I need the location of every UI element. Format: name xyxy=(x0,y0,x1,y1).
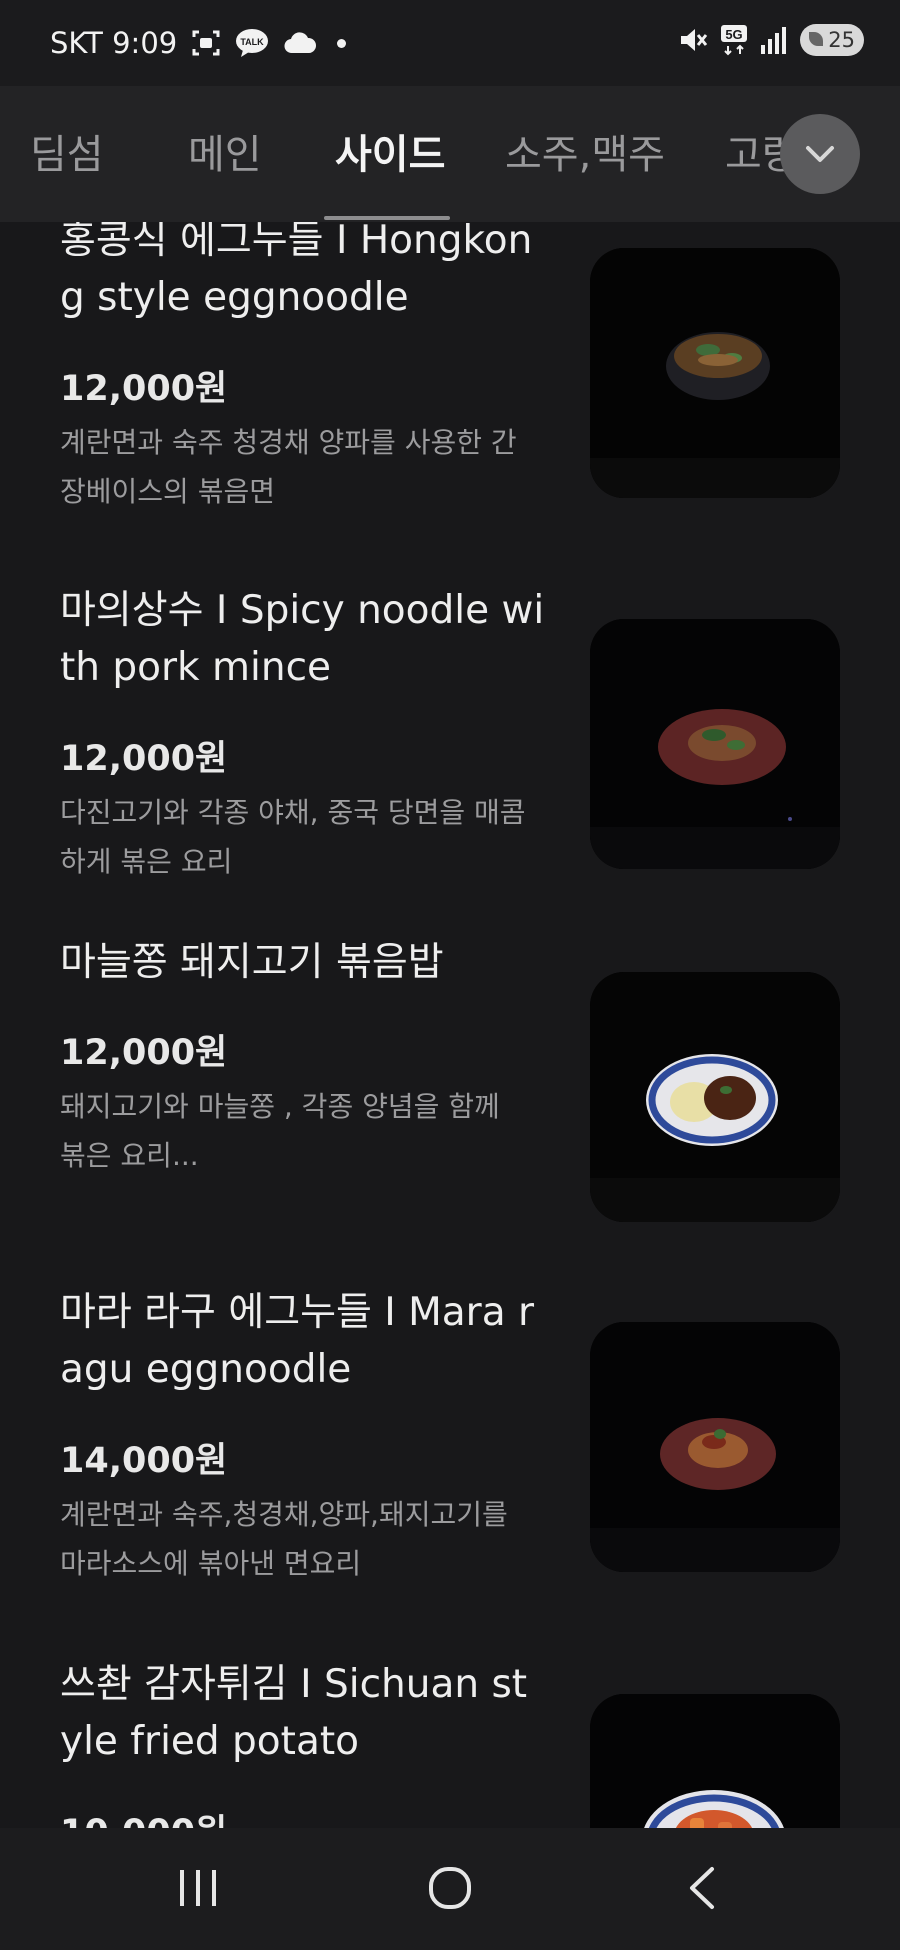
menu-item-name: 홍콩식 에그누들 I Hongkong style eggnoodle xyxy=(60,222,533,320)
menu-item-name: 마늘쫑 돼지고기 볶음밥 xyxy=(60,940,444,985)
power-saving-icon xyxy=(809,32,823,46)
menu-item-name: 마라 라구 에그누들 I Mara ragu eggnoodle xyxy=(60,1290,535,1392)
back-button[interactable] xyxy=(662,1858,742,1918)
battery-indicator: 25 xyxy=(800,24,864,56)
mute-icon xyxy=(678,25,708,55)
menu-item-photo xyxy=(590,619,840,869)
menu-item-price: 12,000원 xyxy=(60,369,228,409)
talk-icon: TALK xyxy=(235,28,269,58)
category-tab-bar: 딤섬 메인 사이드 소주,맥주 고량주 xyxy=(0,86,900,222)
menu-item-name: 마의상수 I Spicy noodle with pork mince xyxy=(60,588,545,690)
notification-dot-icon xyxy=(337,38,347,48)
network-icon: 5G xyxy=(720,24,748,56)
tab-soju-beer[interactable]: 소주,맥주 xyxy=(505,122,665,180)
chevron-down-icon xyxy=(806,146,834,162)
menu-item-name: 쓰촨 감자튀김 I Sichuan style fried potato xyxy=(60,1662,528,1764)
status-right: 5G 25 xyxy=(678,24,864,56)
menu-item-photo xyxy=(590,972,840,1222)
home-button[interactable] xyxy=(410,1858,490,1918)
menu-item-price: 10,000원 xyxy=(60,1804,227,1828)
home-icon xyxy=(429,1867,471,1909)
menu-item-price: 12,000원 xyxy=(60,1033,228,1073)
status-left: SKT 9:09 TALK xyxy=(50,26,347,60)
status-time: SKT 9:09 xyxy=(50,26,178,60)
cloud-icon xyxy=(283,31,317,55)
menu-item-description: 돼지고기와 마늘쫑 , 각종 양념을 함께 볶은 요리... xyxy=(60,1090,500,1172)
expand-tabs-button[interactable] xyxy=(780,114,860,194)
menu-item-photo xyxy=(590,1694,840,1828)
menu-item-description: 계란면과 숙주 청경채 양파를 사용한 간장베이스의 볶음면 xyxy=(60,426,517,508)
network-label: 5G xyxy=(725,27,742,42)
signal-icon xyxy=(760,25,788,55)
menu-item-photo xyxy=(590,1322,840,1572)
menu-item-price: 12,000원 xyxy=(60,739,228,779)
svg-text:TALK: TALK xyxy=(241,37,265,47)
tab-main[interactable]: 메인 xyxy=(188,122,262,180)
tab-dimsum[interactable]: 딤섬 xyxy=(30,122,104,180)
active-tab-indicator xyxy=(324,216,450,220)
menu-item-price: 14,000원 xyxy=(60,1441,228,1481)
status-bar: SKT 9:09 TALK 5G 25 xyxy=(0,0,900,86)
menu-list: 홍콩식 에그누들 I Hongkong style eggnoodle 12,0… xyxy=(0,222,900,1828)
battery-level: 25 xyxy=(828,28,855,52)
back-icon xyxy=(690,1867,714,1909)
recent-apps-icon xyxy=(180,1870,216,1906)
recent-apps-button[interactable] xyxy=(158,1858,238,1918)
menu-item-description: 다진고기와 각종 야채, 중국 당면을 매콤하게 볶은 요리 xyxy=(60,796,526,878)
menu-item-photo xyxy=(590,248,840,498)
screenshot-icon xyxy=(191,28,221,58)
menu-item-description: 계란면과 숙주,청경채,양파,돼지고기를 마라소스에 볶아낸 면요리 xyxy=(60,1498,508,1580)
system-navigation-bar xyxy=(0,1828,900,1950)
tab-side[interactable]: 사이드 xyxy=(335,122,445,180)
